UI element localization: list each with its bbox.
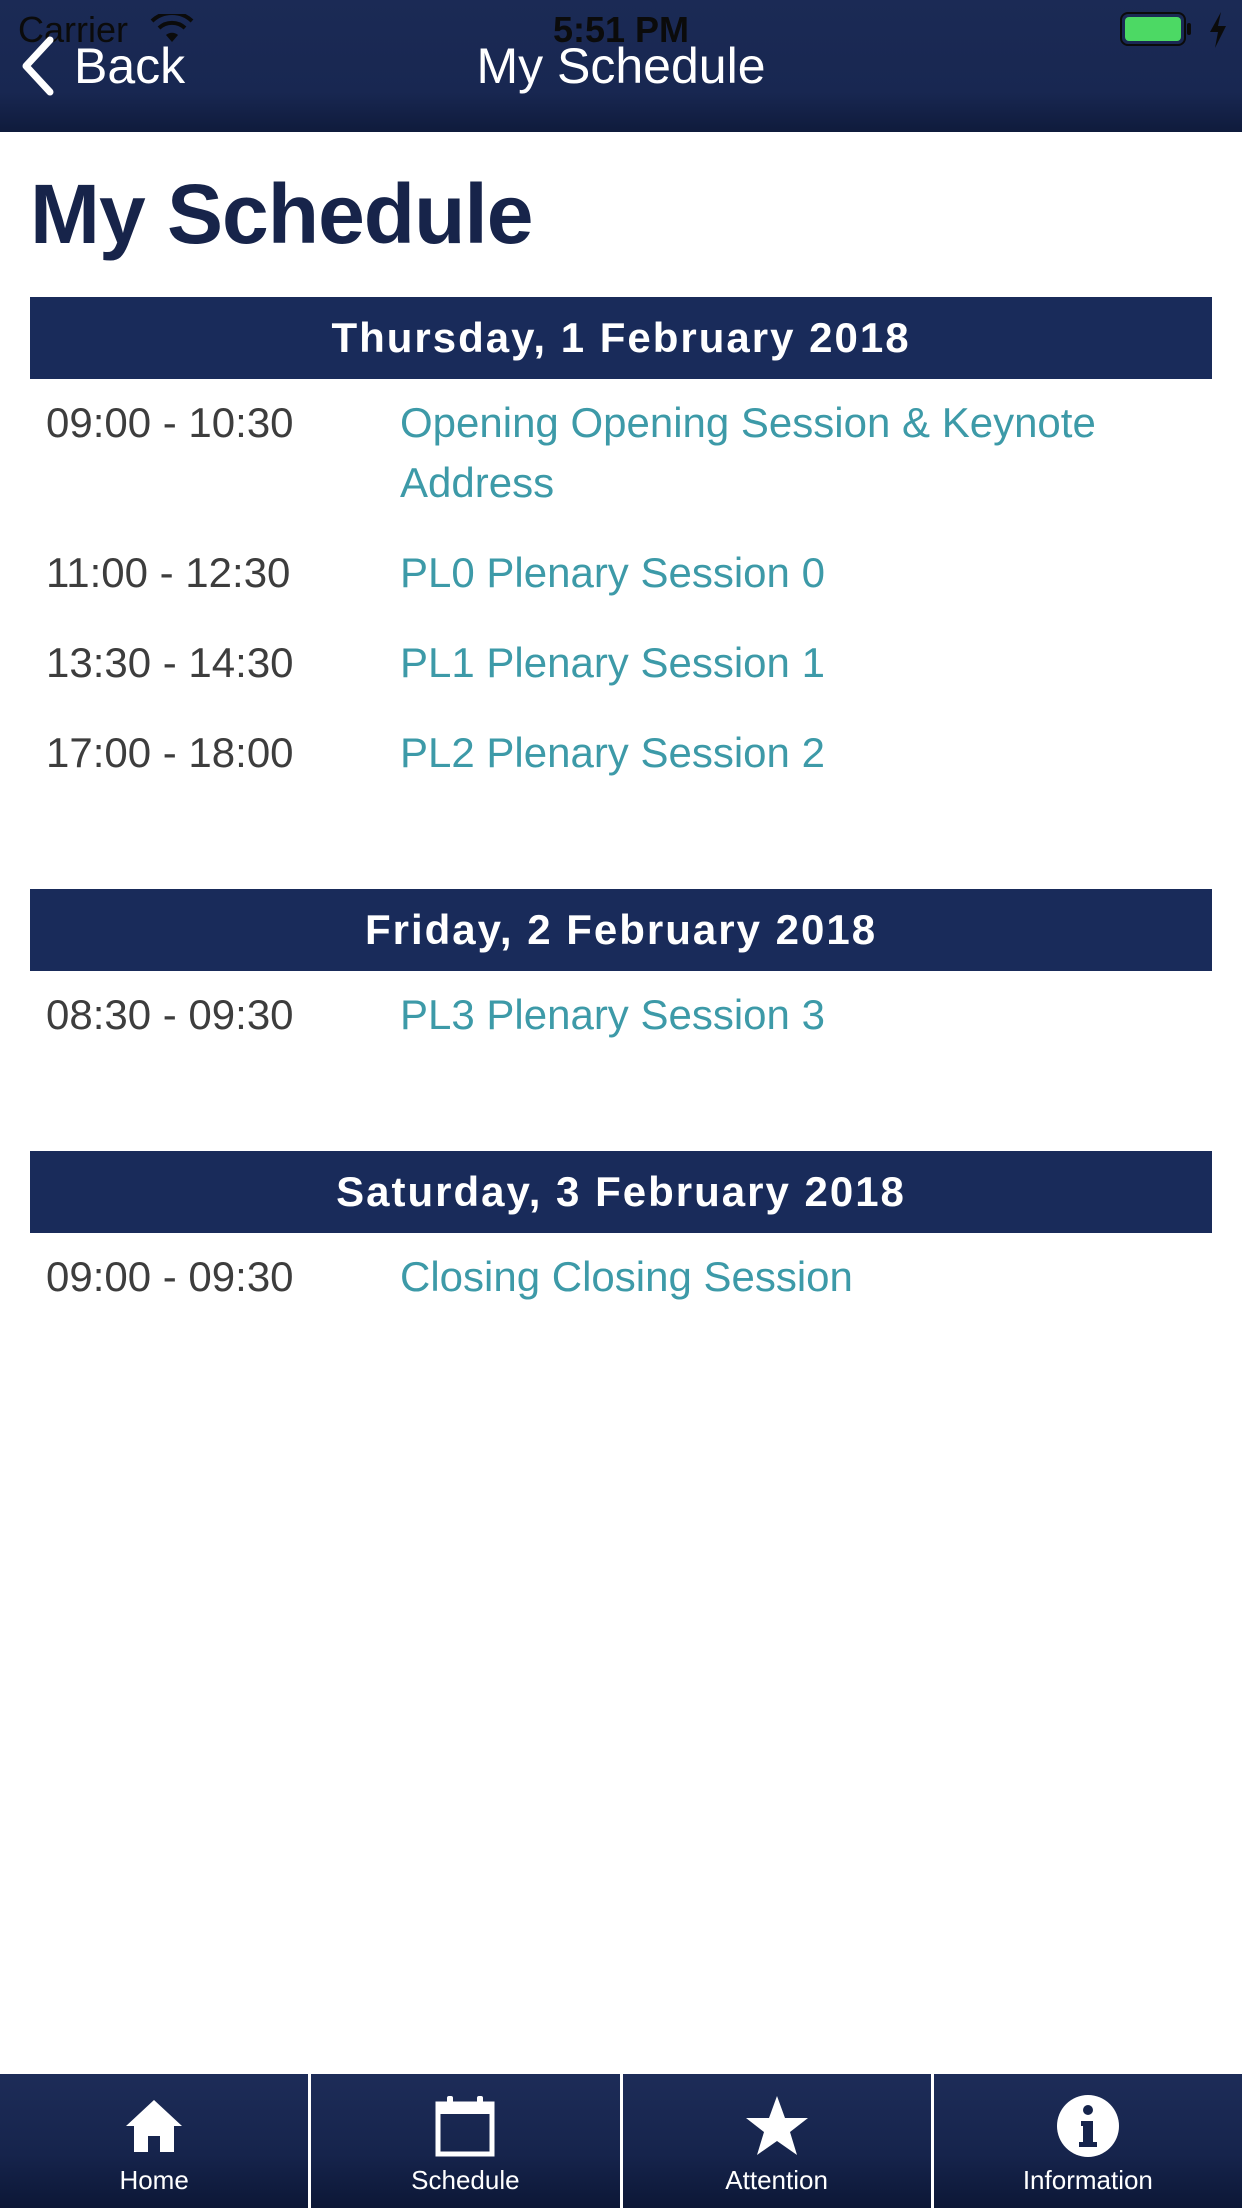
nav-title: My Schedule: [476, 38, 766, 94]
day-header-saturday: Saturday, 3 February 2018: [30, 1151, 1212, 1233]
session-title-link[interactable]: PL2 Plenary Session 2: [400, 723, 1190, 783]
day-header-friday: Friday, 2 February 2018: [30, 889, 1212, 971]
info-icon: [1056, 2095, 1119, 2157]
session-row[interactable]: 17:00 - 18:00 PL2 Plenary Session 2: [30, 723, 1212, 783]
tab-bar: Home Schedule Attention Information: [0, 2074, 1242, 2208]
tab-attention[interactable]: Attention: [623, 2074, 934, 2208]
session-title-link[interactable]: PL1 Plenary Session 1: [400, 633, 1190, 693]
session-time: 09:00 - 09:30: [46, 1253, 294, 1300]
tab-home[interactable]: Home: [0, 2074, 312, 2208]
tab-schedule[interactable]: Schedule: [311, 2074, 623, 2208]
tab-label: Information: [1022, 2165, 1153, 2195]
page-title: My Schedule: [30, 167, 533, 261]
session-time: 08:30 - 09:30: [46, 991, 294, 1038]
tab-label: Attention: [725, 2165, 828, 2195]
session-title-link[interactable]: Closing Closing Session: [400, 1247, 1190, 1307]
session-title-link[interactable]: PL0 Plenary Session 0: [400, 543, 1190, 603]
tab-label: Home: [119, 2165, 189, 2195]
session-time: 13:30 - 14:30: [46, 639, 294, 686]
session-row[interactable]: 13:30 - 14:30 PL1 Plenary Session 1: [30, 633, 1212, 693]
star-icon: [745, 2096, 808, 2155]
session-row[interactable]: 09:00 - 09:30 Closing Closing Session: [30, 1247, 1212, 1307]
calendar-icon: [435, 2096, 495, 2157]
session-title-link[interactable]: PL3 Plenary Session 3: [400, 985, 1190, 1045]
session-row[interactable]: 08:30 - 09:30 PL3 Plenary Session 3: [30, 985, 1212, 1045]
day-header-thursday: Thursday, 1 February 2018: [30, 297, 1212, 379]
session-time: 09:00 - 10:30: [46, 399, 294, 446]
session-row[interactable]: 09:00 - 10:30 Opening Opening Session & …: [30, 393, 1212, 513]
session-time: 17:00 - 18:00: [46, 729, 294, 776]
navigation-bar: Carrier 5:51 PM Back My Schedule: [0, 0, 1242, 132]
tab-label: Schedule: [411, 2165, 520, 2195]
tab-information[interactable]: Information: [934, 2074, 1242, 2208]
session-row[interactable]: 11:00 - 12:30 PL0 Plenary Session 0: [30, 543, 1212, 603]
session-time: 11:00 - 12:30: [46, 549, 291, 596]
home-icon: [126, 2100, 183, 2152]
session-title-link[interactable]: Opening Opening Session & Keynote Addres…: [400, 393, 1190, 513]
